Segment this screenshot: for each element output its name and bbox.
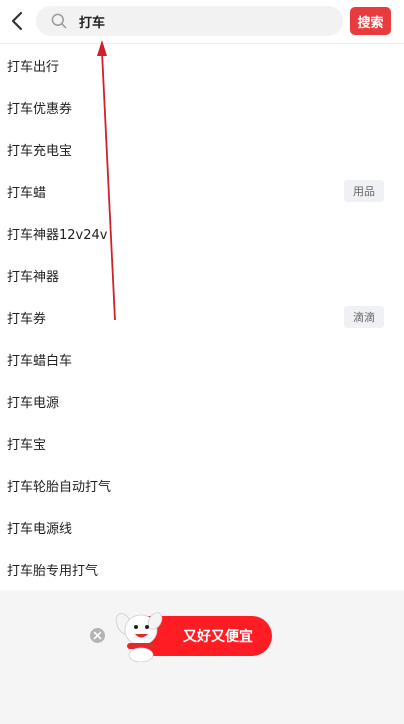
suggestion-text: 打车神器: [7, 269, 60, 285]
suggestion-text: 打车神器12v24v: [7, 227, 108, 243]
suggestion-text: 打车宝: [7, 437, 47, 453]
suggestion-item[interactable]: 打车出行: [0, 44, 404, 86]
suggestion-item[interactable]: 打车券 滴滴: [0, 296, 404, 338]
suggestion-text: 打车胎专用打气: [7, 563, 99, 579]
suggestion-text: 打车电源: [7, 395, 60, 411]
suggestion-item[interactable]: 打车宝: [0, 422, 404, 464]
suggestion-text: 打车轮胎自动打气: [7, 479, 112, 495]
dog-mascot-icon: [115, 612, 163, 662]
suggestion-text: 打车电源线: [7, 521, 73, 537]
suggestion-item[interactable]: 打车电源: [0, 380, 404, 422]
suggestion-tag[interactable]: 用品: [344, 180, 384, 202]
suggestion-text: 打车券: [7, 311, 47, 327]
search-icon: [51, 12, 69, 30]
suggestion-item[interactable]: 打车蜡 用品: [0, 170, 404, 212]
suggestion-text: 打车蜡白车: [7, 353, 73, 369]
suggestion-item[interactable]: 打车电源线: [0, 506, 404, 548]
suggestion-text: 打车出行: [7, 59, 60, 75]
suggestion-item[interactable]: 打车优惠券: [0, 86, 404, 128]
suggestion-item[interactable]: 打车神器: [0, 254, 404, 296]
suggestion-item[interactable]: 打车轮胎自动打气: [0, 464, 404, 506]
suggestion-text: 打车充电宝: [7, 143, 73, 159]
suggestion-list: 打车出行 打车优惠券 打车充电宝 打车蜡 用品 打车神器12v24v 打车神器 打车券 滴滴 打车…: [0, 44, 404, 590]
suggestion-item[interactable]: 打车蜡白车: [0, 338, 404, 380]
promo-button[interactable]: 又好又便宜: [146, 616, 272, 656]
suggestion-text: 打车蜡: [7, 185, 47, 201]
top-bar: 搜索: [0, 0, 404, 44]
suggestion-tag[interactable]: 滴滴: [344, 306, 384, 328]
promo-area: 又好又便宜: [0, 590, 404, 724]
back-button[interactable]: [4, 8, 30, 34]
close-icon[interactable]: [90, 628, 105, 643]
search-button[interactable]: 搜索: [350, 7, 391, 35]
search-input[interactable]: [79, 8, 309, 34]
suggestion-text: 打车优惠券: [7, 101, 73, 117]
chevron-left-icon: [11, 11, 23, 31]
promo-banner[interactable]: 又好又便宜: [90, 612, 272, 662]
search-box[interactable]: [36, 6, 343, 36]
suggestion-item[interactable]: 打车充电宝: [0, 128, 404, 170]
suggestion-item[interactable]: 打车胎专用打气: [0, 548, 404, 590]
suggestion-item[interactable]: 打车神器12v24v: [0, 212, 404, 254]
